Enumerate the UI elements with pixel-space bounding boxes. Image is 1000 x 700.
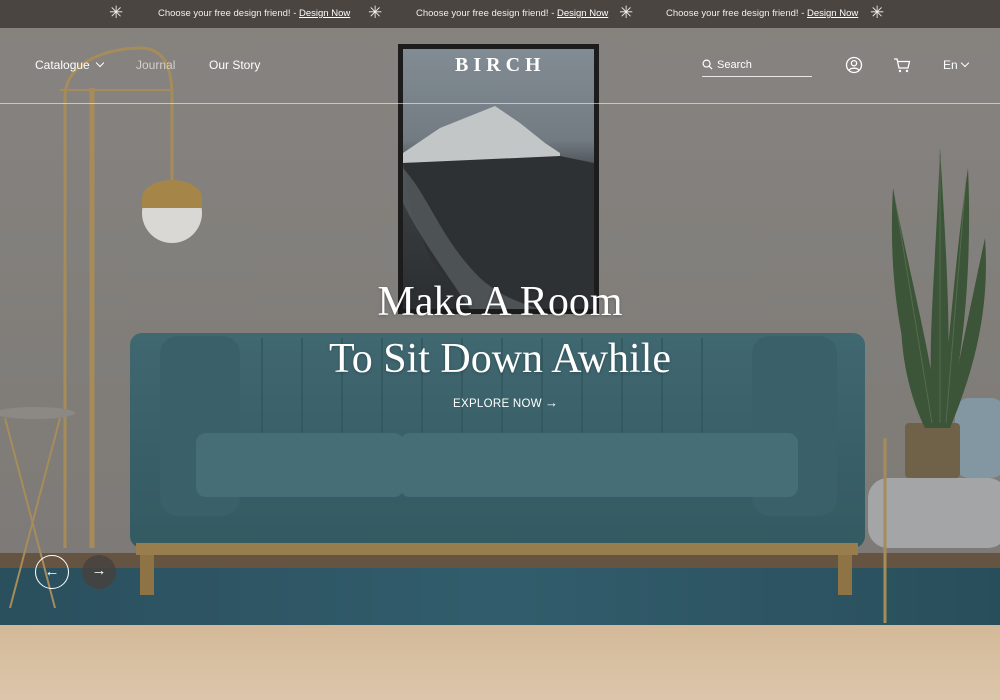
chevron-down-icon <box>960 58 969 68</box>
arrow-right-icon: → <box>544 395 559 410</box>
cart-icon[interactable] <box>893 56 911 74</box>
carousel-next-button[interactable]: → <box>82 555 116 589</box>
user-icon[interactable] <box>845 56 863 74</box>
nav-journal[interactable]: Journal <box>136 58 175 72</box>
site-header: Catalogue Journal Our Story BIRCH En <box>0 28 1000 104</box>
chevron-down-icon <box>95 58 104 68</box>
next-section-band <box>0 625 1000 700</box>
design-now-link[interactable]: Design Now <box>807 8 858 19</box>
nav-catalogue-label: Catalogue <box>35 58 90 72</box>
hero-banner <box>0 28 1000 625</box>
language-selector[interactable]: En <box>943 58 969 72</box>
explore-now-label: EXPLORE NOW <box>453 398 542 410</box>
announcement-message: Choose your free design friend! - Design… <box>666 8 859 19</box>
hero-overlay <box>0 28 1000 625</box>
arrow-left-icon: ← <box>44 563 60 580</box>
search-box <box>702 55 812 77</box>
announcement-bar: ✳ Choose your free design friend! - Desi… <box>0 0 1000 28</box>
asterisk-icon: ✳ <box>368 3 383 22</box>
design-now-link[interactable]: Design Now <box>299 8 350 19</box>
language-label: En <box>943 58 958 72</box>
asterisk-icon: ✳ <box>870 3 885 22</box>
asterisk-icon: ✳ <box>619 3 634 22</box>
search-input[interactable] <box>717 55 809 75</box>
announcement-message: Choose your free design friend! - Design… <box>158 8 351 19</box>
design-now-link[interactable]: Design Now <box>557 8 608 19</box>
arrow-right-icon: → <box>91 562 107 579</box>
hero-headline-line-1: Make A Room <box>377 279 623 325</box>
birch-logo[interactable]: BIRCH <box>455 54 546 77</box>
carousel-prev-button[interactable]: ← <box>35 555 69 589</box>
announcement-message: Choose your free design friend! - Design… <box>416 8 609 19</box>
explore-now-link[interactable]: EXPLORE NOW → <box>453 395 558 410</box>
asterisk-icon: ✳ <box>109 3 124 22</box>
search-icon <box>702 59 713 70</box>
nav-our-story[interactable]: Our Story <box>209 58 260 72</box>
nav-catalogue[interactable]: Catalogue <box>35 58 104 72</box>
hero-headline-line-2: To Sit Down Awhile <box>328 336 672 382</box>
